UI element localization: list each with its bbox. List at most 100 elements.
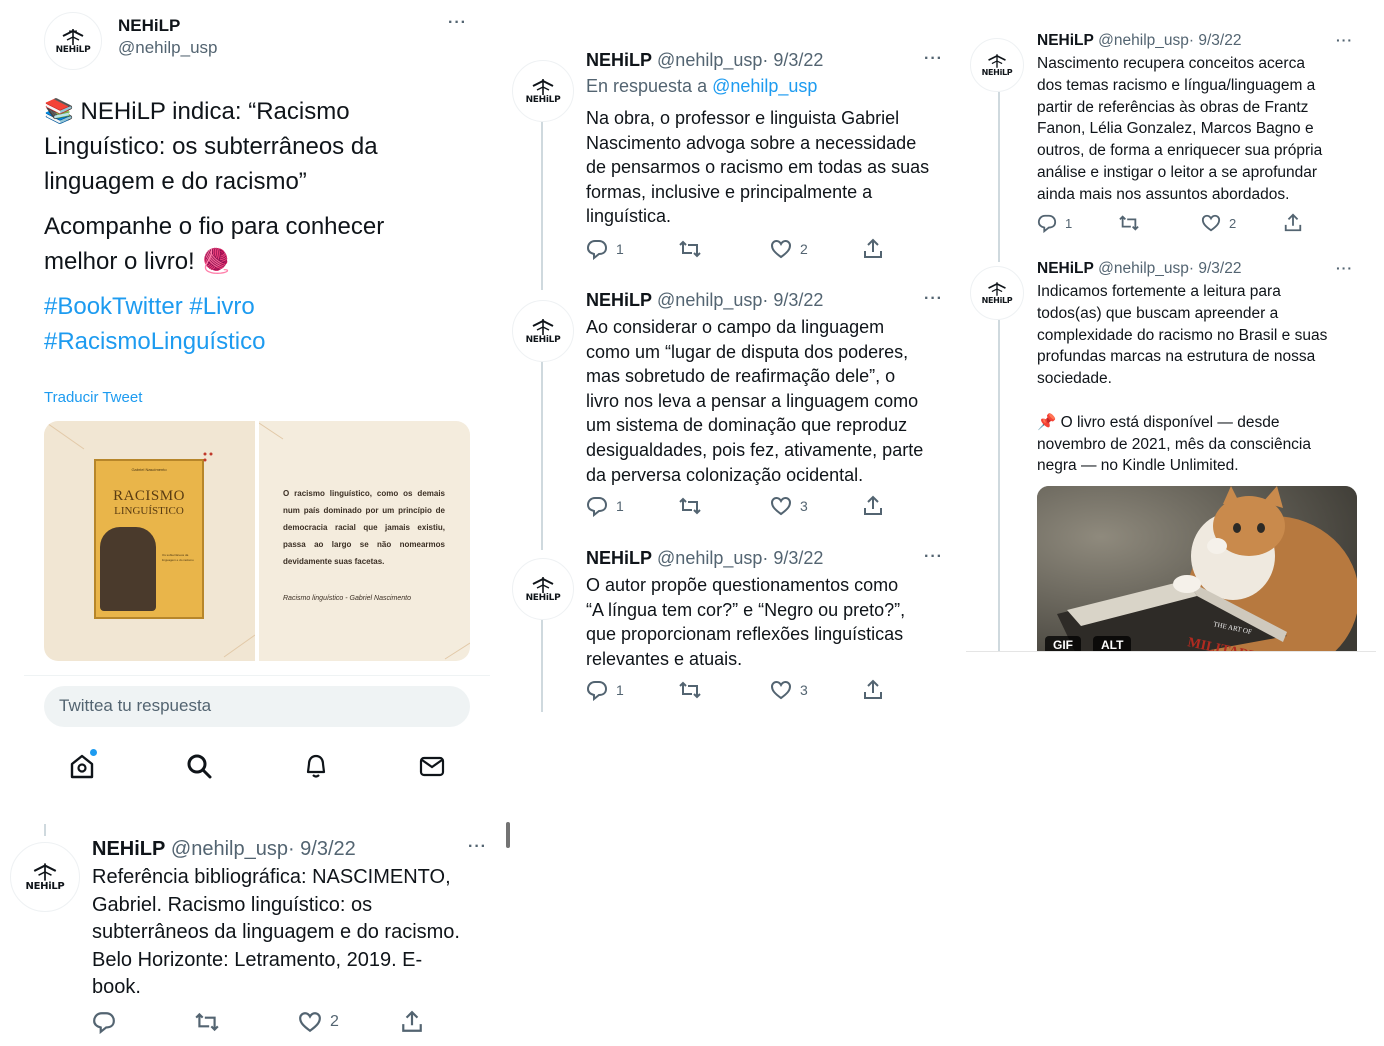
author-name[interactable]: NEHiLP: [586, 50, 652, 70]
search-nav-button[interactable]: [185, 752, 213, 785]
author-handle[interactable]: @nehilp_usp: [657, 290, 762, 310]
retweet-icon: [679, 497, 701, 515]
retweet-button[interactable]: [194, 1010, 220, 1034]
reply-button[interactable]: 1: [1037, 213, 1072, 233]
reply-to-prefix: En respuesta a: [586, 76, 713, 96]
tweet-text-line: sociedade.: [1037, 370, 1112, 388]
like-button[interactable]: 2: [298, 1010, 339, 1034]
more-options-icon[interactable]: ···: [924, 290, 943, 308]
tweet-date[interactable]: · 9/3/22: [762, 50, 823, 70]
share-button[interactable]: [1283, 213, 1303, 233]
more-options-icon[interactable]: ···: [448, 14, 467, 32]
panel-divider: [24, 675, 490, 676]
tweet-header: NEHiLP @nehilp_usp· 9/3/22: [1037, 32, 1241, 50]
retweet-button[interactable]: [1118, 213, 1140, 233]
tweet-date[interactable]: · 9/3/22: [288, 838, 356, 860]
avatar[interactable]: NEHiLP: [970, 38, 1024, 92]
author-handle[interactable]: @nehilp_usp: [171, 838, 288, 860]
like-button[interactable]: 3: [770, 679, 808, 701]
reply-button[interactable]: 1: [586, 495, 624, 517]
scrollbar-thumb[interactable]: [506, 822, 510, 848]
tweet-text-line: Na obra, o professor e linguista Gabriel: [586, 108, 900, 128]
tweet-text: Referência bibliográfica: NASCIMENTO, Ga…: [92, 864, 502, 1002]
more-options-icon[interactable]: ···: [1336, 260, 1353, 276]
search-icon: [187, 754, 212, 779]
share-button[interactable]: [862, 238, 884, 260]
nehilp-logo-icon: [532, 318, 554, 335]
reply-to-line: En respuesta a @nehilp_usp: [586, 76, 817, 97]
tweet-text-line: book.: [92, 976, 141, 998]
tweet-media[interactable]: Gabriel Nascimento RACISMO LINGUÍSTICO O…: [44, 421, 470, 661]
reply-to-handle[interactable]: @nehilp_usp: [712, 76, 817, 96]
like-button[interactable]: 2: [1201, 213, 1236, 233]
more-options-icon[interactable]: ···: [1336, 32, 1353, 48]
tweet-text: Nascimento recupera conceitos acerca dos…: [1037, 53, 1372, 206]
avatar[interactable]: NEHiLP: [970, 266, 1024, 320]
gif-badge: GIF: [1045, 636, 1081, 651]
heart-icon: [770, 680, 792, 700]
tweet-text-line: complexidade do racismo no Brasil e suas: [1037, 326, 1328, 344]
author-name[interactable]: NEHiLP: [1037, 260, 1094, 277]
more-options-icon[interactable]: ···: [924, 548, 943, 566]
tweet-text-line: Acompanhe o fio para conhecer: [44, 213, 385, 240]
reply-button[interactable]: 1: [586, 238, 624, 260]
tweet-text-line: Nascimento recupera conceitos acerca: [1037, 55, 1305, 72]
reply-button[interactable]: 1: [586, 679, 624, 701]
retweet-button[interactable]: [678, 679, 702, 701]
reply-count: 1: [1065, 215, 1073, 231]
like-button[interactable]: 2: [770, 238, 808, 260]
pin-emoji: 📌: [1037, 413, 1057, 431]
tweet-text-line: “A língua tem cor?” e “Negro ou preto?”,: [586, 599, 906, 620]
retweet-button[interactable]: [678, 238, 702, 260]
translate-tweet-link[interactable]: Traducir Tweet: [44, 389, 142, 406]
retweet-button[interactable]: [678, 495, 702, 517]
alt-badge[interactable]: ALT: [1093, 636, 1132, 651]
notifications-nav-button[interactable]: [302, 752, 330, 785]
author-name[interactable]: NEHiLP: [1037, 32, 1094, 49]
tweet-text-line: partir de referências às obras de Frantz: [1037, 98, 1309, 116]
gif-media[interactable]: THE ART OF MILITARY STRATEGY GIF ALT: [1037, 486, 1357, 651]
tweet-text: O autor propõe questionamentos como “A l…: [586, 573, 956, 671]
share-button[interactable]: [862, 679, 884, 701]
heart-icon: [299, 1012, 321, 1033]
author-handle[interactable]: @nehilp_usp: [1098, 32, 1189, 49]
share-button[interactable]: [862, 495, 884, 517]
tweet-text: 📚 NEHiLP indica: “Racismo Linguístico: o…: [44, 94, 484, 359]
author-handle[interactable]: @nehilp_usp: [118, 38, 218, 58]
reply-button[interactable]: [92, 1010, 116, 1034]
book-cover-portrait: [100, 527, 156, 611]
author-handle[interactable]: @nehilp_usp: [1098, 260, 1189, 277]
like-button[interactable]: 3: [770, 495, 808, 517]
tweet-text-line: Fanon, Lélia Gonzalez, Marcos Bagno e: [1037, 120, 1314, 138]
reply-icon: [93, 1012, 115, 1034]
avatar[interactable]: NEHiLP: [10, 842, 80, 912]
avatar[interactable]: NEHiLP: [512, 300, 574, 362]
tweet-text-line: Ao considerar o campo da linguagem: [586, 317, 885, 337]
share-button[interactable]: [400, 1010, 424, 1034]
author-name[interactable]: NEHiLP: [586, 548, 652, 568]
tweet-header: NEHiLP @nehilp_usp· 9/3/22: [1037, 260, 1241, 278]
more-options-icon[interactable]: ···: [468, 838, 487, 856]
more-options-icon[interactable]: ···: [924, 50, 943, 68]
avatar[interactable]: NEHiLP: [512, 60, 574, 122]
tweet-date[interactable]: · 9/3/22: [1189, 260, 1242, 277]
tweet-date[interactable]: · 9/3/22: [762, 290, 823, 310]
messages-nav-button[interactable]: [418, 752, 446, 785]
hashtag-link[interactable]: #RacismoLinguístico: [44, 324, 484, 359]
author-handle[interactable]: @nehilp_usp: [657, 50, 762, 70]
reply-input[interactable]: Twittea tu respuesta: [44, 686, 470, 727]
author-name[interactable]: NEHiLP: [92, 838, 165, 860]
nehilp-logo-icon: [988, 282, 1006, 296]
hashtag-link[interactable]: #Livro: [189, 293, 254, 320]
author-handle[interactable]: @nehilp_usp: [657, 548, 762, 568]
author-name[interactable]: NEHiLP: [586, 290, 652, 310]
avatar[interactable]: NEHiLP: [44, 12, 102, 70]
home-nav-button[interactable]: [68, 749, 98, 782]
book-cover-image[interactable]: Gabriel Nascimento RACISMO LINGUÍSTICO O…: [44, 421, 255, 661]
tweet-date[interactable]: · 9/3/22: [1189, 32, 1242, 49]
tweet-date[interactable]: · 9/3/22: [762, 548, 823, 568]
author-name[interactable]: NEHiLP: [118, 16, 180, 36]
quote-card-image[interactable]: O racismo linguístico, como os demais nu…: [259, 421, 470, 661]
hashtag-link[interactable]: #BookTwitter: [44, 293, 183, 320]
avatar[interactable]: NEHiLP: [512, 558, 574, 620]
